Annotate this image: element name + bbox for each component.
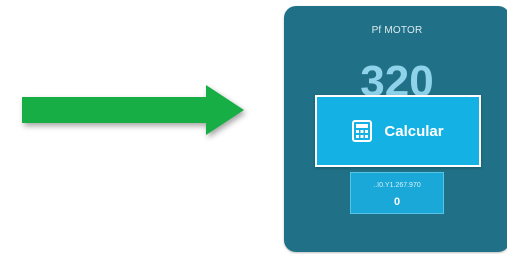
sub-metric-label: ..I0.Y1.267.970 [373,182,421,189]
sub-metric-value: 0 [393,196,401,208]
screen: Pf MOTOR 320 Calcular ..I0.Y1.267.970 0 [0,0,507,254]
calcular-button-label: Calcular [384,122,444,140]
right-arrow-icon [22,85,244,135]
sub-metric-box: ..I0.Y1.267.970 0 [350,172,444,214]
calcular-button[interactable]: Calcular [315,95,481,167]
card-title: Pf MOTOR [371,25,423,36]
calculator-icon [352,120,373,142]
